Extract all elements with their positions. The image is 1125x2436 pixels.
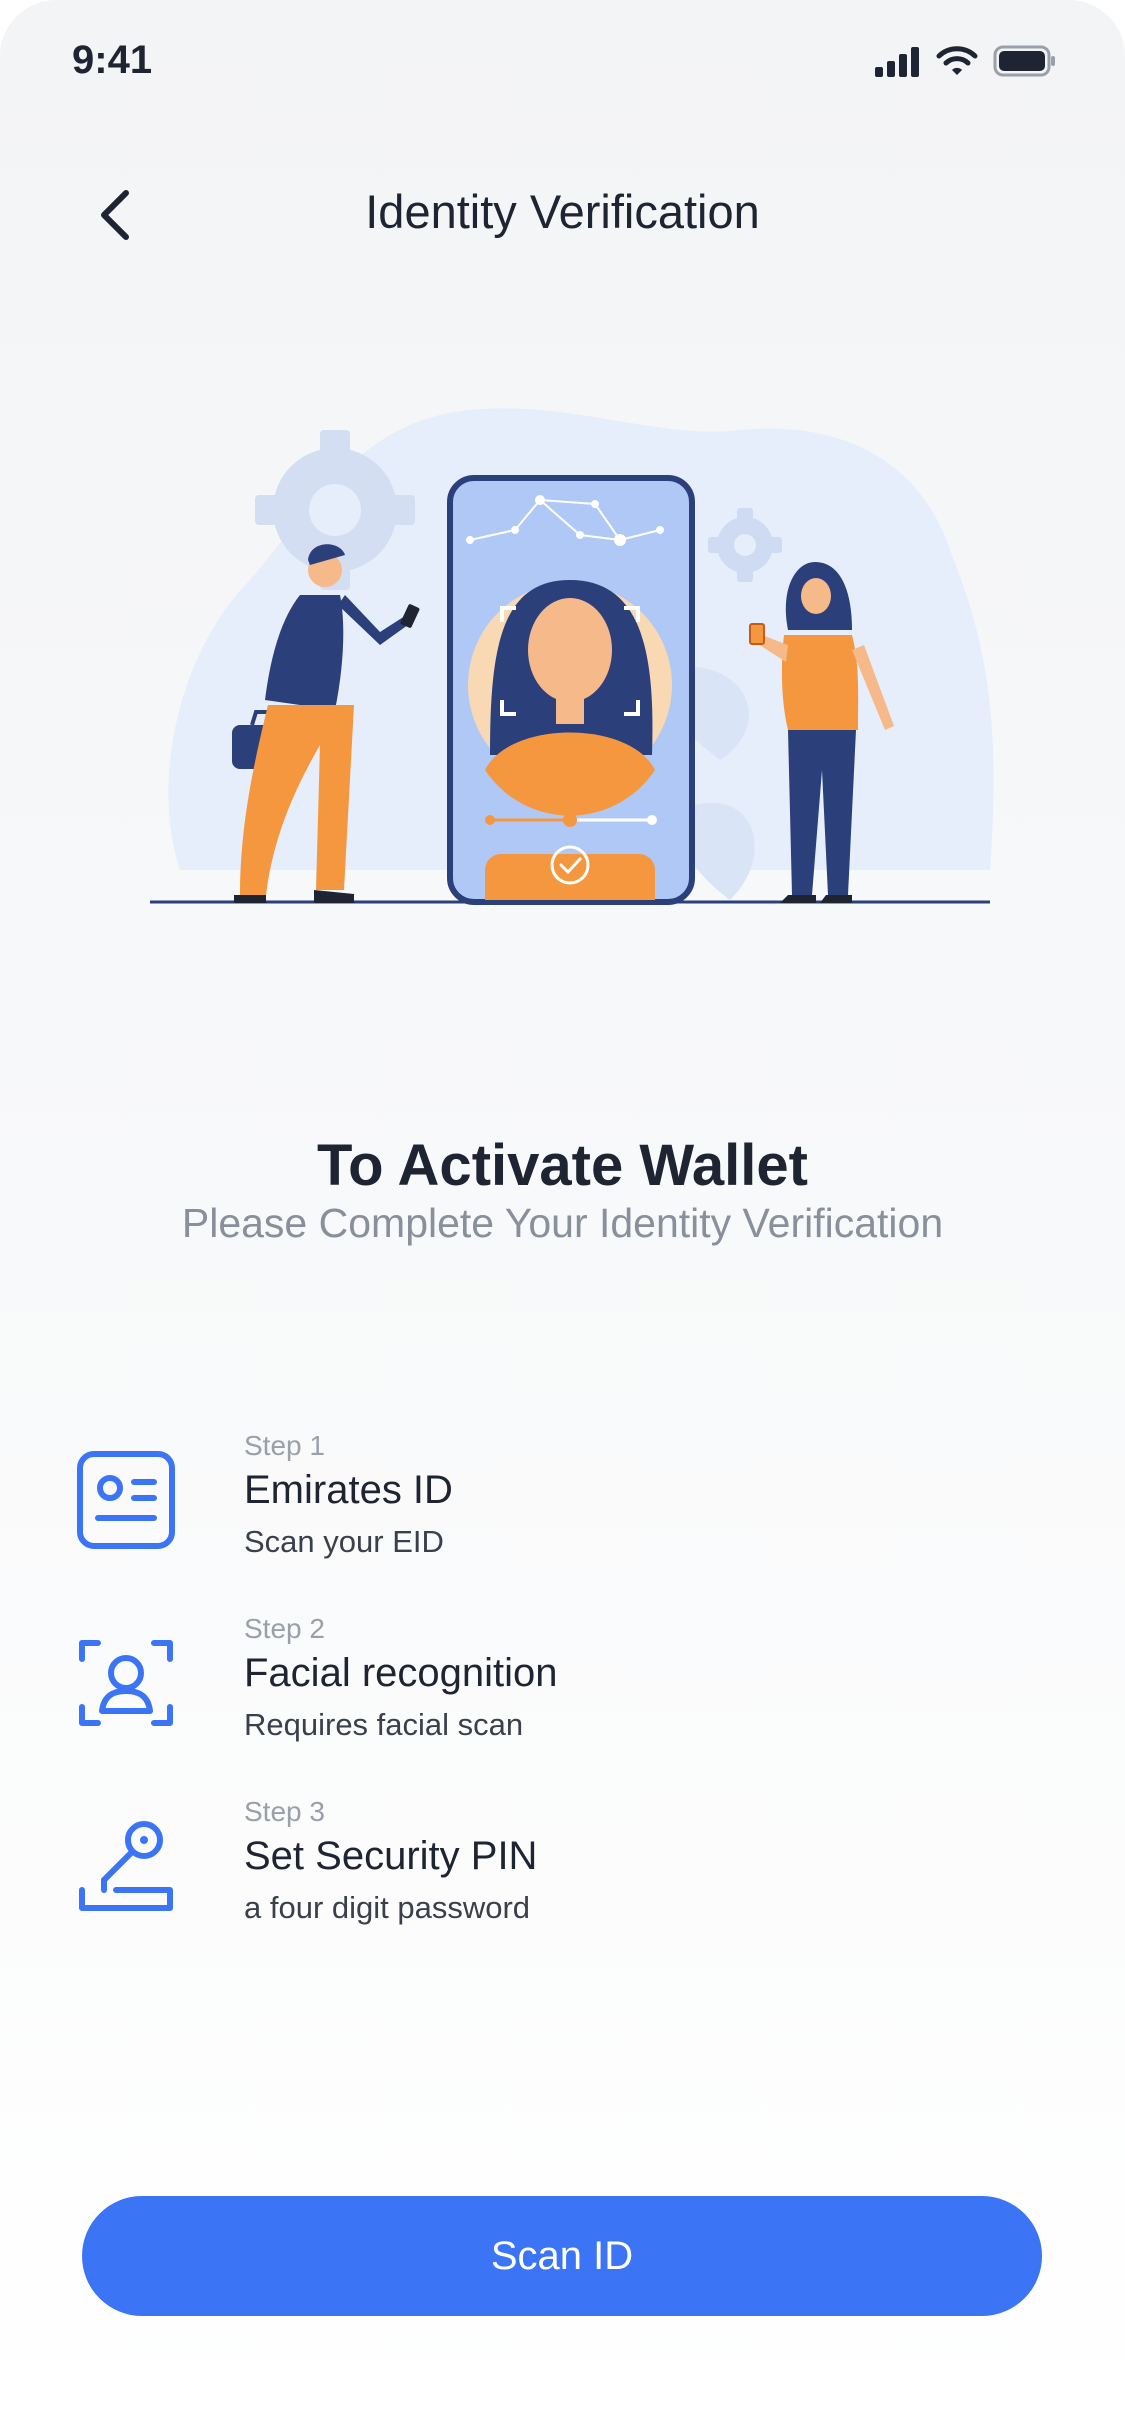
step-description: a four digit password [244, 1890, 531, 1925]
intro-subtitle: Please Complete Your Identity Verificati… [181, 1200, 944, 1246]
scan-id-button[interactable]: Scan ID [82, 2196, 1042, 2316]
step-title: Set Security PIN [244, 1834, 538, 1878]
step-number: Step 3 [244, 1796, 325, 1827]
step-facial-recognition: Step 2 Facial recognition Requires facia… [76, 1613, 1056, 1763]
page-title: Identity Verification [365, 185, 760, 238]
identity-verification-illustration [150, 408, 994, 905]
id-card-icon [77, 1451, 175, 1549]
battery-icon [993, 45, 1055, 77]
signal-icon [875, 47, 919, 77]
intro-title: To Activate Wallet [317, 1133, 808, 1198]
face-scan-icon [79, 1640, 173, 1726]
step-description: Requires facial scan [244, 1707, 524, 1742]
step-emirates-id: Step 1 Emirates ID Scan your EID [76, 1430, 1056, 1580]
step-title: Emirates ID [244, 1468, 453, 1512]
step-title: Facial recognition [244, 1651, 558, 1695]
step-number: Step 1 [244, 1430, 325, 1461]
key-pin-icon [79, 1821, 173, 1911]
step-number: Step 2 [244, 1613, 325, 1644]
status-icons [873, 44, 1057, 78]
wifi-icon [936, 46, 978, 75]
step-security-pin: Step 3 Set Security PIN a four digit pas… [76, 1796, 1056, 1946]
status-time: 9:41 [72, 38, 153, 82]
step-description: Scan your EID [244, 1524, 444, 1559]
identity-verification-screen: 9:41 Identity Verification To Activate W… [0, 0, 1125, 2436]
